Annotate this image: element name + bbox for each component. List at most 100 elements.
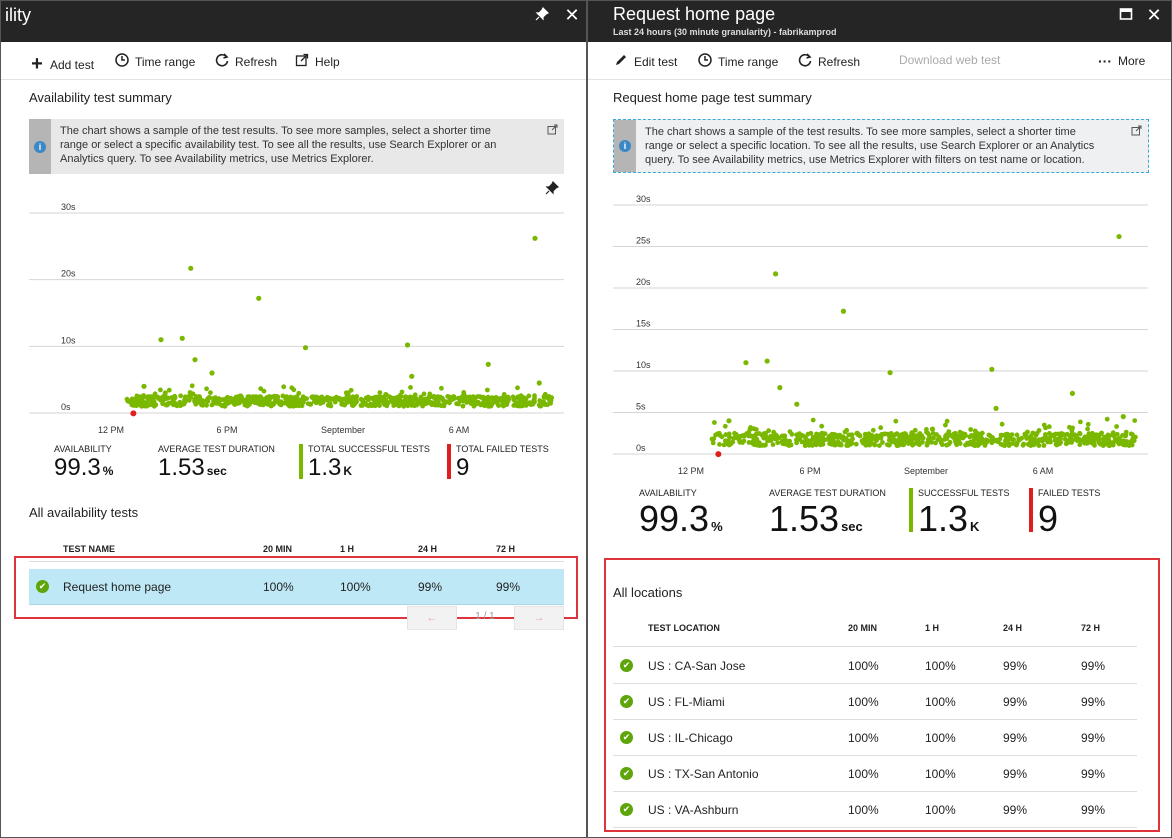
data-point — [135, 399, 141, 405]
data-point — [158, 337, 164, 343]
x-tick-label: 6 AM — [449, 425, 470, 435]
data-point — [993, 437, 999, 443]
data-point — [485, 361, 491, 367]
more-button[interactable]: ··· More — [1097, 53, 1145, 69]
column-header[interactable]: TEST LOCATION — [648, 623, 720, 633]
row-value: 99% — [1081, 803, 1106, 817]
column-header[interactable]: 72 H — [1081, 623, 1100, 633]
close-icon[interactable]: ✕ — [561, 4, 583, 26]
data-point — [164, 396, 169, 401]
pager-next-button[interactable]: → — [514, 606, 564, 630]
column-header[interactable]: 1 H — [925, 623, 939, 633]
column-header[interactable]: 24 H — [418, 544, 437, 554]
data-point — [151, 395, 157, 400]
stat-value: 99.3 — [639, 498, 710, 539]
blade-availability: ility ✕ + Add test Time range Refresh He… — [0, 0, 587, 838]
data-point — [900, 436, 906, 442]
data-point — [324, 397, 330, 403]
data-point — [496, 397, 502, 402]
data-point — [496, 403, 502, 408]
data-point — [429, 402, 435, 408]
data-point — [1126, 443, 1132, 448]
maximize-icon[interactable] — [1115, 4, 1137, 26]
pin-icon[interactable] — [531, 4, 553, 26]
data-point — [743, 360, 749, 366]
data-point — [247, 394, 252, 400]
column-header[interactable]: 20 MIN — [848, 623, 877, 633]
data-point — [342, 396, 348, 402]
column-header[interactable]: 72 H — [496, 544, 515, 554]
data-point — [158, 387, 163, 393]
data-point — [1045, 439, 1051, 445]
data-point — [192, 357, 198, 363]
data-point — [874, 438, 879, 443]
data-point — [1077, 431, 1083, 437]
refresh-button[interactable]: Refresh — [214, 53, 277, 70]
data-point — [305, 401, 311, 407]
data-point — [962, 432, 967, 438]
data-point — [764, 358, 770, 364]
data-point — [178, 402, 184, 407]
info-banner: i The chart shows a sample of the test r… — [29, 119, 564, 174]
column-header[interactable]: 1 H — [340, 544, 354, 554]
toolbar: + Add test Time range Refresh Help — [1, 42, 586, 80]
external-link-icon[interactable] — [1131, 125, 1142, 140]
blade-title: ility — [5, 5, 31, 25]
download-web-test-button[interactable]: Download web test — [899, 53, 1000, 67]
y-tick-label: 20s — [61, 269, 76, 279]
data-point — [1059, 432, 1064, 438]
data-point — [809, 437, 814, 443]
data-point — [761, 431, 767, 437]
data-point — [978, 440, 984, 446]
stat-unit: K — [970, 519, 980, 534]
blade-request-home-page: Request home page Last 24 hours (30 minu… — [587, 0, 1172, 838]
y-tick-label: 15s — [636, 319, 651, 329]
time-range-button[interactable]: Time range — [114, 53, 195, 70]
data-point — [819, 423, 825, 429]
column-header[interactable]: 24 H — [1003, 623, 1022, 633]
data-point — [169, 400, 175, 406]
data-point — [1132, 418, 1138, 423]
table-row[interactable]: ✔ US : FL-Miami 100% 100% 99% 99% — [588, 695, 1168, 711]
add-test-button[interactable]: + Add test — [29, 53, 94, 76]
table-row[interactable]: ✔ US : CA-San Jose 100% 100% 99% 99% — [588, 659, 1168, 675]
data-point — [383, 392, 389, 397]
row-name: US : CA-San Jose — [648, 659, 746, 673]
edit-test-button[interactable]: Edit test — [613, 53, 677, 70]
summary-title: Availability test summary — [29, 90, 172, 105]
data-point — [756, 431, 762, 436]
data-point — [1009, 432, 1015, 437]
table-row[interactable]: ✔ US : IL-Chicago 100% 100% 99% 99% — [588, 731, 1168, 747]
row-value: 100% — [925, 803, 956, 817]
row-value: 99% — [1003, 731, 1028, 745]
data-point — [857, 433, 863, 439]
stat-label: FAILED TESTS — [1038, 488, 1101, 498]
data-point — [822, 431, 828, 437]
data-point — [269, 401, 275, 406]
data-point — [1039, 438, 1045, 444]
data-point — [810, 417, 816, 423]
clock-icon — [114, 53, 130, 70]
stat-unit: sec — [206, 464, 227, 478]
data-point — [853, 441, 859, 447]
refresh-button[interactable]: Refresh — [797, 53, 860, 70]
data-point — [410, 399, 416, 404]
close-icon[interactable]: ✕ — [1143, 4, 1165, 26]
pager-prev-button[interactable]: ← — [407, 606, 457, 630]
data-point — [261, 400, 267, 406]
external-link-icon[interactable] — [547, 124, 558, 139]
stat-value: 1.53 — [769, 498, 840, 539]
column-header[interactable]: 20 MIN — [263, 544, 292, 554]
data-point — [766, 428, 771, 434]
time-range-button[interactable]: Time range — [697, 53, 778, 70]
data-point — [798, 434, 803, 440]
table-row[interactable]: ✔ US : TX-San Antonio 100% 100% 99% 99% — [588, 767, 1168, 783]
data-point — [929, 426, 936, 432]
data-point — [1069, 438, 1074, 444]
row-value: 99% — [1003, 695, 1028, 709]
help-button[interactable]: Help — [294, 53, 340, 70]
column-header[interactable]: TEST NAME — [63, 544, 115, 554]
table-row[interactable]: ✔ US : VA-Ashburn 100% 100% 99% 99% — [588, 803, 1168, 819]
data-point — [291, 387, 297, 393]
stat-3: TOTAL FAILED TESTS 9 — [456, 444, 549, 482]
